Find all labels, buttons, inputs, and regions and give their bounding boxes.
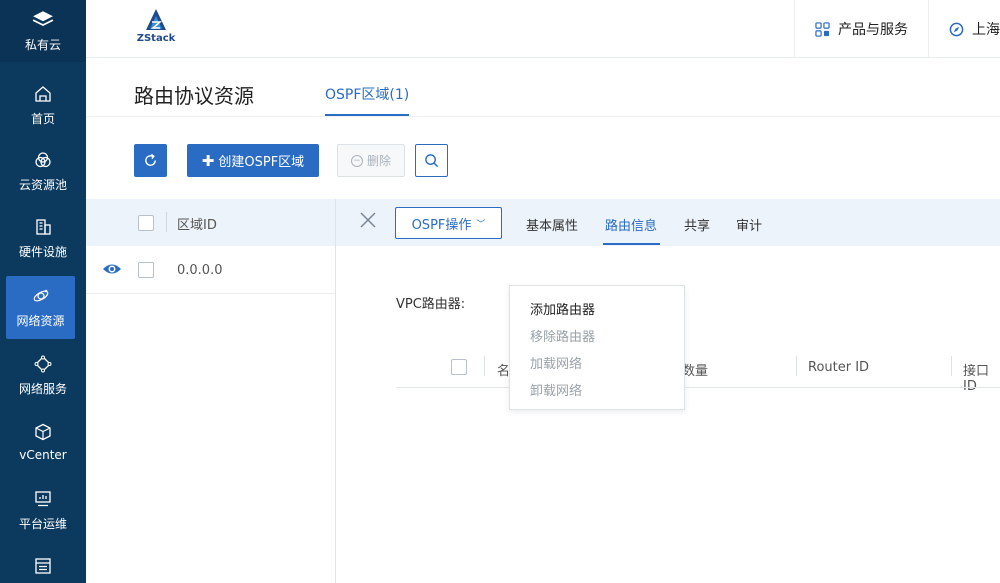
layers-icon	[32, 10, 54, 31]
eye-icon[interactable]	[102, 262, 122, 276]
region-selector[interactable]: 上海	[928, 0, 1000, 58]
active-tab-indicator	[603, 243, 660, 245]
region-label: 上海	[972, 22, 1000, 38]
top-bar: ZStack 产品与服务 上海	[86, 0, 1000, 58]
products-services-button[interactable]: 产品与服务	[794, 0, 928, 58]
sidebar-item-vcenter[interactable]: vCenter	[0, 409, 86, 475]
sidebar-item-label: 首页	[30, 111, 55, 126]
plus-icon: ✚	[201, 151, 215, 170]
menu-item-detach-network[interactable]: 卸载网络	[530, 380, 582, 399]
column-separator	[951, 356, 952, 376]
products-services-label: 产品与服务	[838, 22, 908, 38]
column-separator	[796, 356, 797, 376]
tab-route-info[interactable]: 路由信息	[605, 215, 657, 234]
home-icon	[33, 84, 53, 104]
sidebar-brand-label: 私有云	[24, 37, 61, 52]
ospf-actions-dropdown[interactable]: OSPF操作 ﹀	[395, 207, 502, 239]
search-icon	[425, 154, 439, 168]
column-header-count: 数量	[682, 364, 709, 379]
sidebar-item-home[interactable]: 首页	[0, 72, 86, 138]
compass-icon	[949, 22, 964, 36]
vpc-router-label: VPC路由器:	[396, 297, 466, 312]
sidebar-item-network-service[interactable]: 网络服务	[0, 342, 86, 408]
create-ospf-area-button[interactable]: ✚ 创建OSPF区域	[187, 144, 319, 177]
ospf-actions-label: OSPF操作	[411, 217, 472, 233]
search-button[interactable]	[415, 144, 448, 177]
sidebar-item-label: 云资源池	[18, 177, 67, 192]
top-right-actions: 产品与服务 上海	[794, 0, 1000, 58]
logo-text: ZStack	[136, 33, 176, 44]
network-service-icon	[33, 354, 53, 374]
tab-audit[interactable]: 审计	[736, 215, 762, 234]
zstack-logo[interactable]: ZStack	[132, 8, 180, 50]
select-all-checkbox[interactable]	[138, 215, 154, 231]
network-resource-icon	[31, 286, 51, 306]
sub-select-all-checkbox[interactable]	[451, 359, 467, 375]
menu-item-attach-network[interactable]: 加载网络	[530, 353, 582, 372]
tab-share[interactable]: 共享	[684, 215, 710, 234]
sidebar-item-ops[interactable]: 平台运维	[0, 477, 86, 543]
header-divider	[86, 116, 1000, 117]
create-ospf-area-label: 创建OSPF区域	[218, 155, 305, 170]
refresh-button[interactable]	[134, 144, 167, 177]
column-header-interface-id: 接口ID	[963, 364, 990, 394]
sidebar-item-hardware[interactable]: 硬件设施	[0, 205, 86, 271]
sidebar-item-label: 网络资源	[16, 314, 65, 328]
sidebar-item-more[interactable]	[0, 546, 86, 583]
delete-label: 删除	[366, 154, 391, 168]
sub-table-header-divider	[396, 387, 1000, 388]
column-header-router-id: Router ID	[808, 360, 870, 375]
list-icon	[33, 556, 53, 576]
menu-item-add-router[interactable]: 添加路由器	[530, 299, 595, 318]
row-area-id[interactable]: 0.0.0.0	[177, 263, 222, 278]
sidebar-item-network-resource[interactable]: 网络资源	[6, 276, 75, 339]
chevron-down-icon: ﹀	[476, 219, 486, 230]
monitor-icon	[33, 489, 53, 509]
sidebar-item-label: vCenter	[19, 448, 67, 462]
sidebar-item-label: 平台运维	[18, 516, 67, 531]
menu-item-remove-router[interactable]: 移除路由器	[530, 326, 595, 345]
ospf-actions-menu: 添加路由器 移除路由器 加载网络 卸载网络	[509, 285, 685, 410]
minus-circle-icon: −	[350, 154, 363, 167]
tab-basic-properties[interactable]: 基本属性	[526, 215, 578, 234]
grid-icon	[815, 21, 830, 37]
delete-button[interactable]: − 删除	[337, 144, 405, 177]
column-separator	[484, 356, 485, 376]
sidebar-item-label: 硬件设施	[18, 244, 67, 259]
cube-icon	[33, 422, 53, 442]
sidebar-item-label: 网络服务	[18, 381, 67, 396]
sidebar-brand[interactable]: 私有云	[0, 0, 86, 62]
zstack-logo-icon	[146, 9, 166, 30]
sidebar: 私有云 首页 云资源池 硬件设施 网络资源 网络服务 vCenter 平台运维	[0, 0, 86, 583]
column-header-area-id: 区域ID	[177, 218, 217, 233]
sidebar-item-cloud-pool[interactable]: 云资源池	[0, 138, 86, 204]
tab-ospf-area[interactable]: OSPF区域(1)	[325, 84, 410, 116]
row-checkbox[interactable]	[138, 262, 154, 278]
refresh-icon	[145, 153, 156, 166]
close-icon[interactable]	[358, 210, 378, 230]
cloud-pool-icon	[33, 150, 53, 170]
panel-divider	[335, 199, 336, 583]
column-separator	[166, 212, 167, 232]
page-title: 路由协议资源	[134, 84, 254, 108]
building-icon	[33, 217, 53, 237]
